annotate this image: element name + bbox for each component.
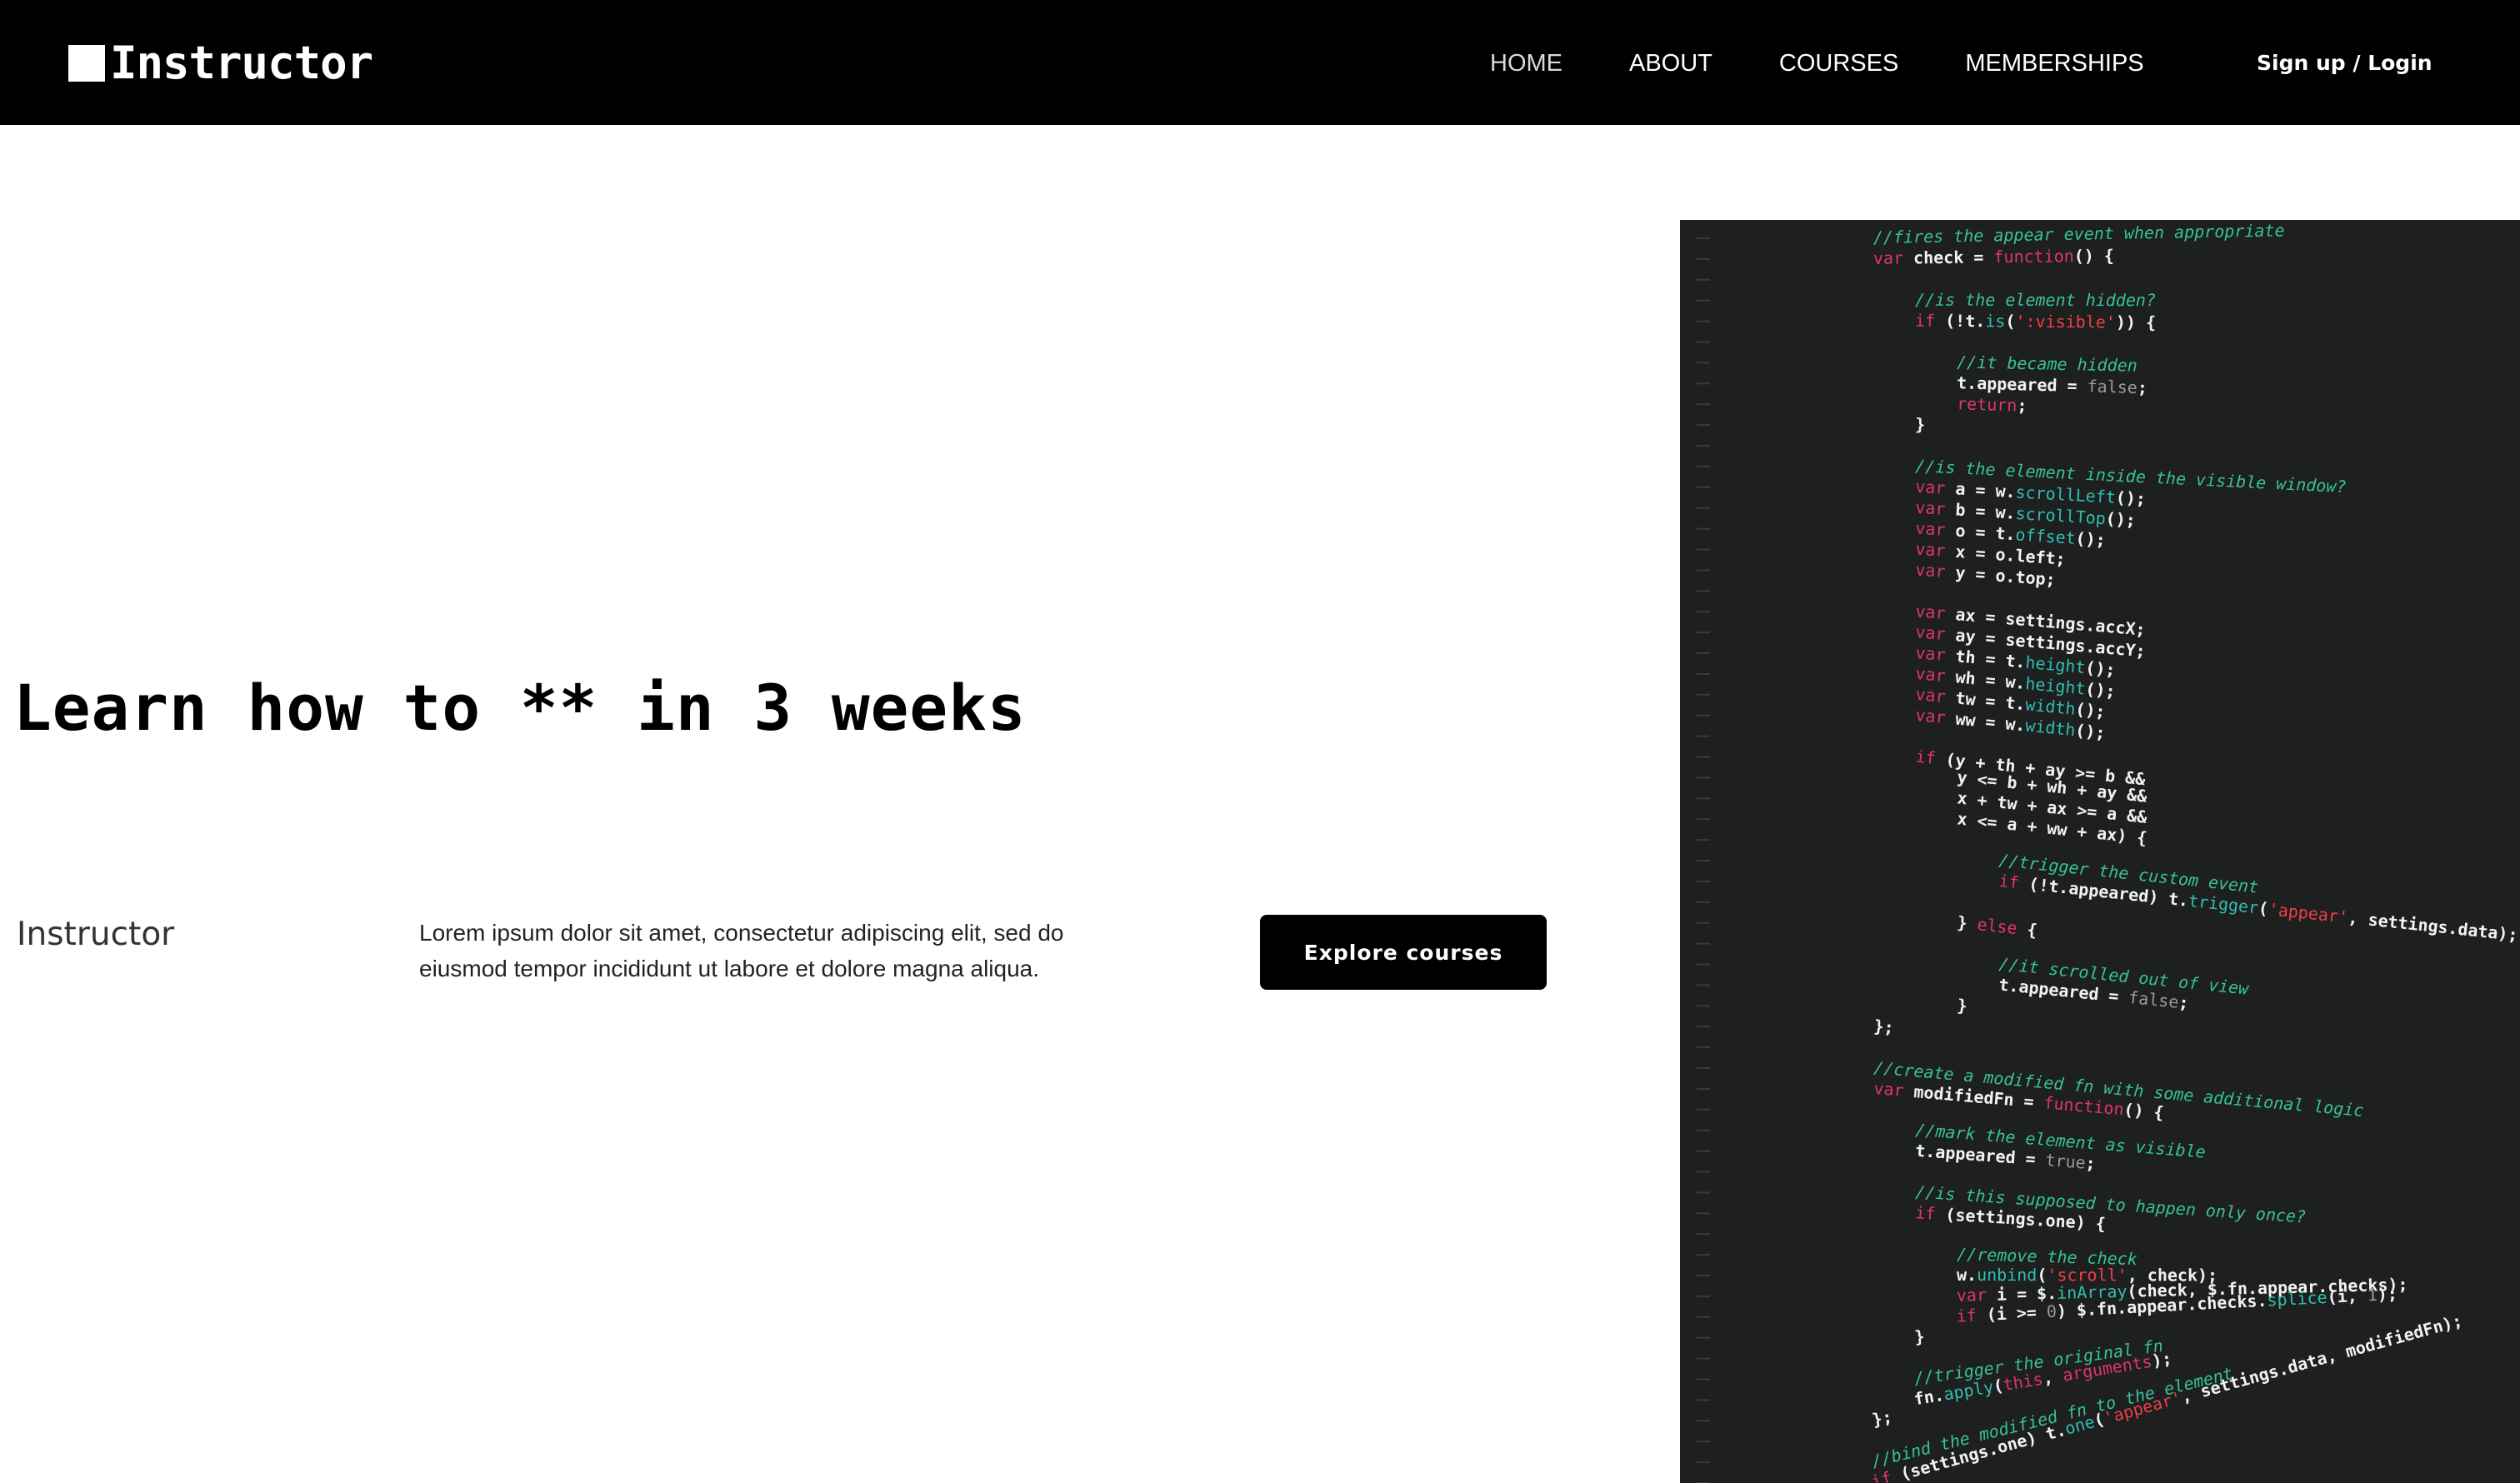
code-screenshot-graphic: //fires the appear event when appropriat… xyxy=(1697,220,2519,1483)
line-number-gutter xyxy=(1697,237,1710,1483)
code-line: //it became hidden xyxy=(1957,352,2138,375)
instructor-label: Instructor xyxy=(17,916,175,953)
code-line: return; xyxy=(1957,393,2028,416)
nav-about[interactable]: ABOUT xyxy=(1629,47,1712,80)
code-lines: //fires the appear event when appropriat… xyxy=(1869,220,2519,1483)
brand-logo[interactable]: Instructor xyxy=(68,37,373,89)
hero-description: Lorem ipsum dolor sit amet, consectetur … xyxy=(419,920,1064,981)
code-line: }; xyxy=(1870,1406,1893,1430)
logo-square-icon xyxy=(68,45,105,82)
code-line: } xyxy=(1915,414,1926,434)
logo-text: Instructor xyxy=(110,37,373,89)
code-screenshot-image: //fires the appear event when appropriat… xyxy=(1680,220,2520,1483)
nav-courses[interactable]: COURSES xyxy=(1779,47,1898,80)
code-line: }; xyxy=(1873,1016,1895,1037)
code-line: //is the element hidden? xyxy=(1915,290,2156,311)
top-navigation-bar: Instructor HOME ABOUT COURSES MEMBERSHIP… xyxy=(0,0,2520,125)
code-line: } xyxy=(1957,995,1968,1016)
code-line: //fires the appear event when appropriat… xyxy=(1873,220,2285,247)
signup-login-link[interactable]: Sign up / Login xyxy=(2257,47,2432,80)
main-nav: HOME ABOUT COURSES MEMBERSHIPS xyxy=(1490,47,2211,80)
nav-memberships[interactable]: MEMBERSHIPS xyxy=(1965,47,2143,80)
code-line: var check = function() { xyxy=(1873,246,2114,268)
hero-title: Learn how to ** in 3 weeks xyxy=(13,671,1027,745)
explore-courses-button[interactable]: Explore courses xyxy=(1260,915,1547,990)
code-line: } else { xyxy=(1956,912,2038,941)
code-line: } xyxy=(1914,1326,1926,1347)
nav-home[interactable]: HOME xyxy=(1490,47,1562,80)
code-line: if (!t.is(':visible')) { xyxy=(1915,311,2156,332)
